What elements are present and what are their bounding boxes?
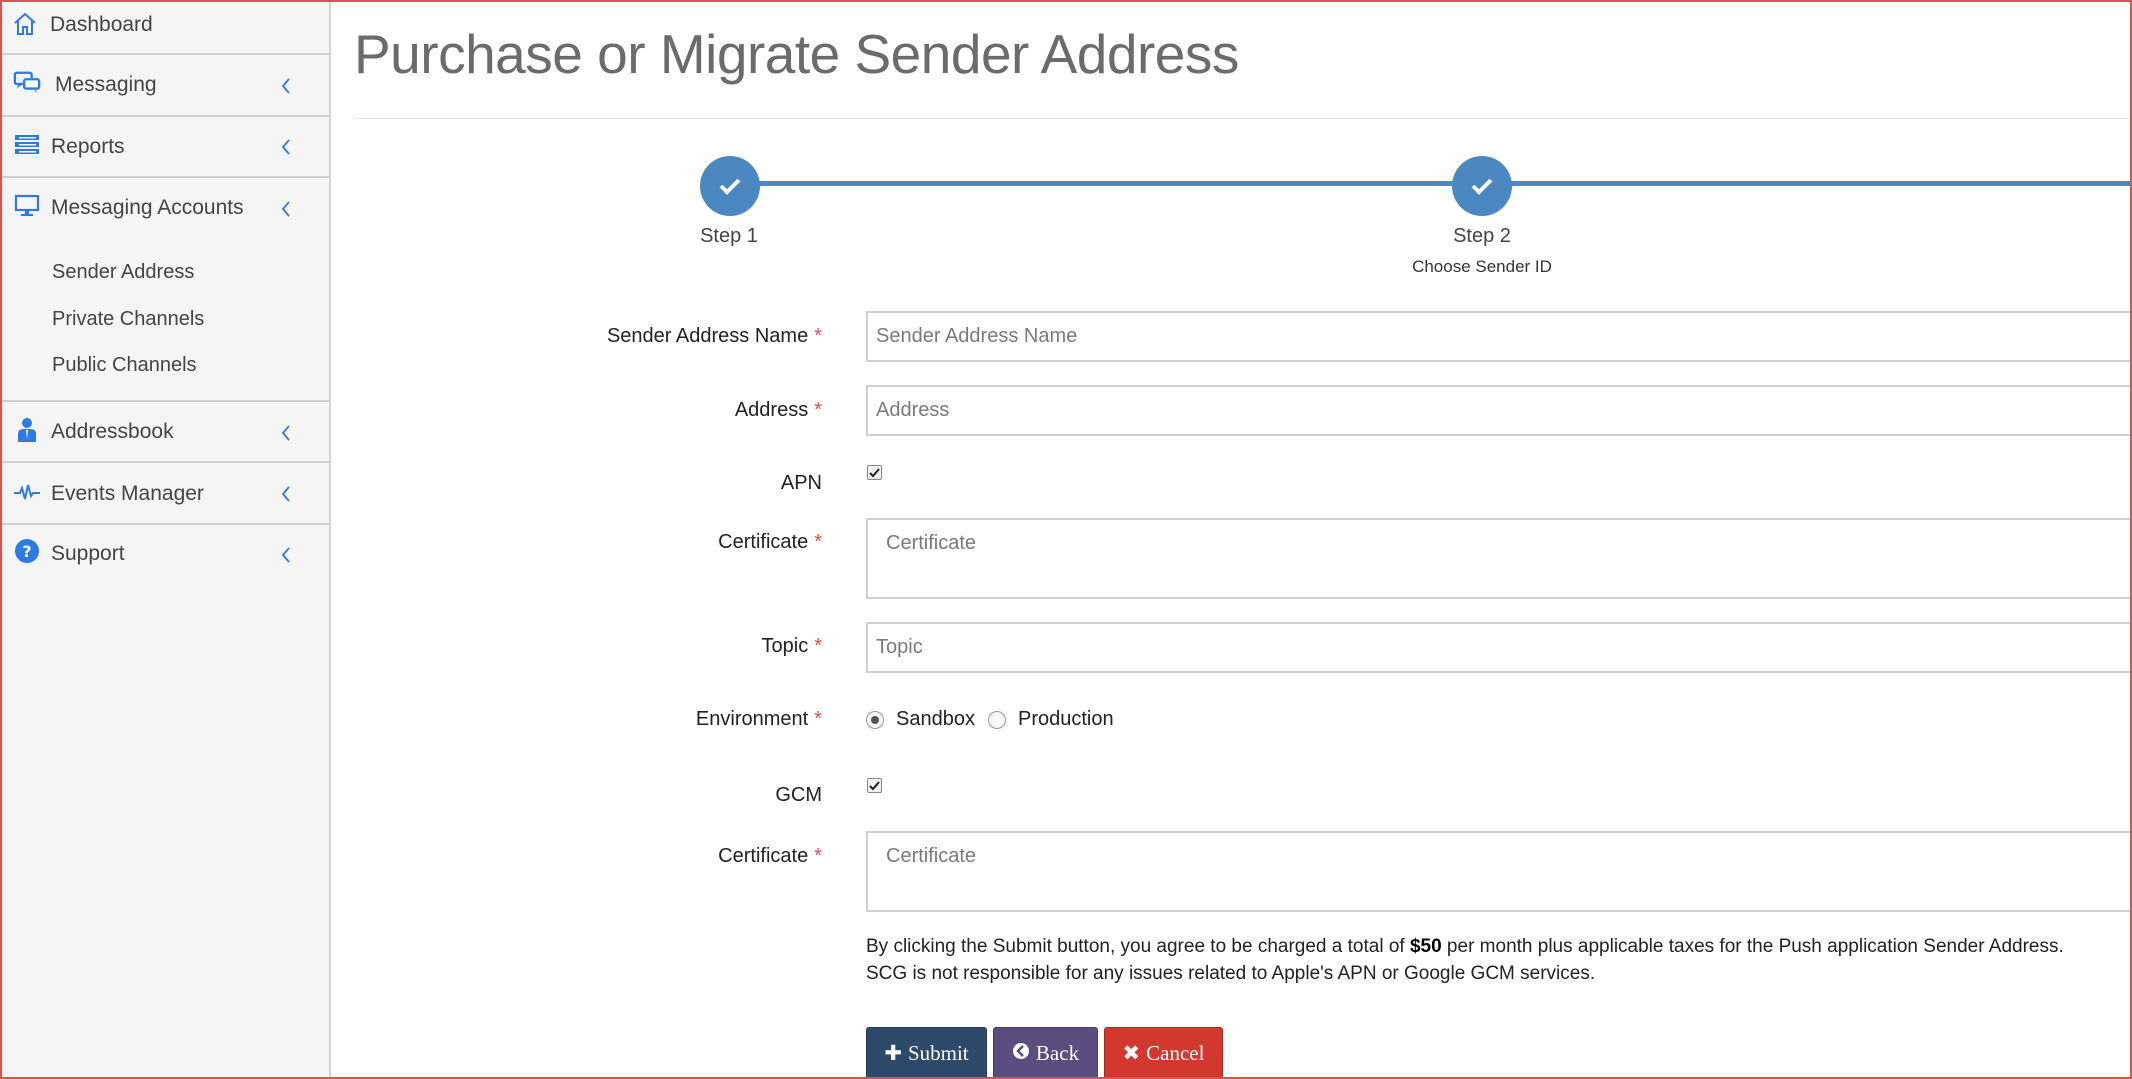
gcm-label: GCM (775, 784, 822, 806)
back-button[interactable]: Back (993, 1027, 1098, 1079)
apn-checkbox[interactable] (867, 465, 882, 480)
gcm-certificate-label: Certificate * (718, 845, 822, 867)
sidebar-item-events-manager[interactable]: Events Manager (0, 463, 329, 525)
chevron-left-icon (280, 137, 294, 157)
sidebar-item-label: Support (51, 542, 125, 565)
chevron-left-icon (280, 545, 294, 565)
sidebar-item-label: Reports (51, 135, 125, 158)
environment-production-radio[interactable] (988, 711, 1006, 729)
step-2-complete-badge (1452, 156, 1512, 216)
sidebar-subitem-private-channels[interactable]: Private Channels (52, 308, 204, 331)
sidebar-item-support[interactable]: ? Support (0, 525, 329, 586)
submit-button[interactable]: ✚ Submit (866, 1027, 987, 1079)
checkmark-icon (1471, 178, 1493, 195)
environment-production-label[interactable]: Production (1018, 708, 1114, 731)
list-icon (13, 131, 41, 159)
arrow-left-circle-icon (1012, 1041, 1030, 1065)
radio-selected-dot (871, 716, 879, 724)
environment-label: Environment * (695, 708, 822, 730)
step-1-complete-badge (700, 156, 760, 216)
checkmark-icon (719, 178, 741, 195)
apn-certificate-label: Certificate * (718, 531, 822, 553)
contact-icon (13, 416, 41, 444)
chevron-left-icon (280, 76, 294, 96)
step-2-label: Step 2 (1453, 225, 1511, 247)
chevron-left-icon (280, 423, 294, 443)
checkmark-icon (869, 467, 880, 477)
step-2-sublabel: Choose Sender ID (1412, 257, 1552, 276)
plus-icon: ✚ (884, 1041, 902, 1065)
close-icon: ✖ (1122, 1041, 1141, 1065)
sidebar-subitem-sender-address[interactable]: Sender Address (52, 261, 194, 284)
cancel-button[interactable]: ✖ Cancel (1104, 1027, 1223, 1079)
home-icon (11, 10, 39, 38)
sender-name-label: Sender Address Name * (606, 325, 822, 347)
step-1-label: Step 1 (700, 225, 758, 247)
sidebar-item-addressbook[interactable]: Addressbook (0, 402, 329, 463)
topic-input[interactable] (866, 622, 2132, 673)
chevron-left-icon (280, 199, 294, 219)
address-label: Address * (734, 399, 822, 421)
sidebar-item-label: Dashboard (50, 13, 153, 36)
pulse-icon (13, 479, 41, 507)
title-divider (354, 118, 2132, 119)
gcm-checkbox[interactable] (867, 778, 882, 793)
chevron-left-icon (280, 484, 294, 504)
sidebar-item-messaging-accounts[interactable]: Messaging Accounts (0, 178, 329, 240)
sender-name-input[interactable] (866, 311, 2132, 362)
page-title: Purchase or Migrate Sender Address (354, 23, 1239, 85)
address-input[interactable] (866, 385, 2132, 436)
sidebar-item-messaging[interactable]: Messaging (0, 55, 329, 117)
environment-sandbox-radio[interactable] (866, 711, 884, 729)
sidebar-item-dashboard[interactable]: Dashboard (0, 0, 329, 55)
sidebar-item-label: Messaging (55, 73, 157, 96)
sidebar-item-label: Addressbook (51, 420, 174, 443)
billing-amount: $50 (1409, 936, 1442, 957)
chat-bubbles-icon (13, 69, 41, 97)
billing-notice: By clicking the Submit button, you agree… (866, 936, 2064, 984)
sidebar: Dashboard Messaging Reports Messaging Ac… (0, 0, 331, 1079)
monitor-icon (13, 192, 41, 220)
apn-label: APN (780, 472, 822, 494)
apn-certificate-textarea[interactable] (866, 518, 2132, 599)
stepper-progress-line (730, 181, 2132, 186)
sidebar-item-label: Messaging Accounts (51, 196, 244, 219)
question-circle-icon: ? (13, 537, 41, 565)
sidebar-item-label: Events Manager (51, 482, 204, 505)
sidebar-subitem-public-channels[interactable]: Public Channels (52, 354, 197, 377)
gcm-certificate-textarea[interactable] (866, 831, 2132, 912)
environment-sandbox-label[interactable]: Sandbox (896, 708, 975, 731)
checkmark-icon (869, 780, 880, 790)
sidebar-item-reports[interactable]: Reports (0, 117, 329, 178)
svg-text:?: ? (22, 542, 31, 561)
topic-label: Topic * (761, 635, 823, 657)
